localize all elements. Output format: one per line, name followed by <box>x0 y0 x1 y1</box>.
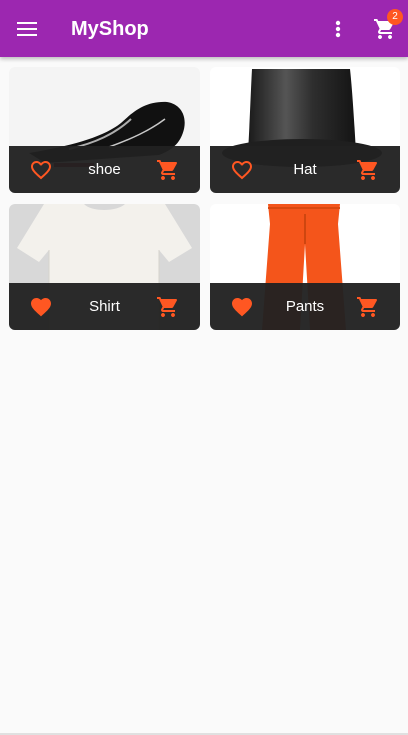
add-to-cart-button[interactable] <box>356 158 380 182</box>
menu-icon <box>17 22 37 36</box>
heart-filled-icon <box>232 298 252 317</box>
shopping-cart-icon <box>357 297 378 317</box>
product-label: Hat <box>293 161 317 178</box>
tile-footer: Pants <box>210 283 400 330</box>
product-tile-pants[interactable]: Pants <box>210 204 400 330</box>
favorite-button[interactable] <box>29 158 53 182</box>
product-tile-shoe[interactable]: shoe <box>9 67 200 193</box>
shopping-cart-icon <box>357 160 378 180</box>
product-grid: shoe Hat Shirt Pants <box>9 67 400 330</box>
menu-button[interactable] <box>12 14 42 44</box>
cart-count-badge: 2 <box>387 9 403 25</box>
heart-outline-icon <box>31 161 51 180</box>
product-tile-hat[interactable]: Hat <box>210 67 400 193</box>
product-tile-shirt[interactable]: Shirt <box>9 204 200 330</box>
app-root: MyShop 2 shoe Hat Shirt Pants <box>0 0 408 735</box>
tile-footer: Hat <box>210 146 400 193</box>
more-vert-icon <box>335 20 341 38</box>
favorite-button[interactable] <box>29 295 53 319</box>
heart-outline-icon <box>232 161 252 180</box>
product-label: shoe <box>88 161 121 178</box>
favorite-button[interactable] <box>230 295 254 319</box>
product-label: Shirt <box>89 298 120 315</box>
shopping-cart-icon <box>157 297 178 317</box>
add-to-cart-button[interactable] <box>356 295 380 319</box>
shopping-cart-icon <box>157 160 178 180</box>
heart-filled-icon <box>31 298 51 317</box>
product-label: Pants <box>285 298 325 315</box>
add-to-cart-button[interactable] <box>156 295 180 319</box>
favorite-button[interactable] <box>230 158 254 182</box>
add-to-cart-button[interactable] <box>156 158 180 182</box>
app-bar: MyShop 2 <box>0 0 408 57</box>
tile-footer: Shirt <box>9 283 200 330</box>
tile-footer: shoe <box>9 146 200 193</box>
more-options-button[interactable] <box>326 14 350 44</box>
app-title: MyShop <box>71 18 149 40</box>
